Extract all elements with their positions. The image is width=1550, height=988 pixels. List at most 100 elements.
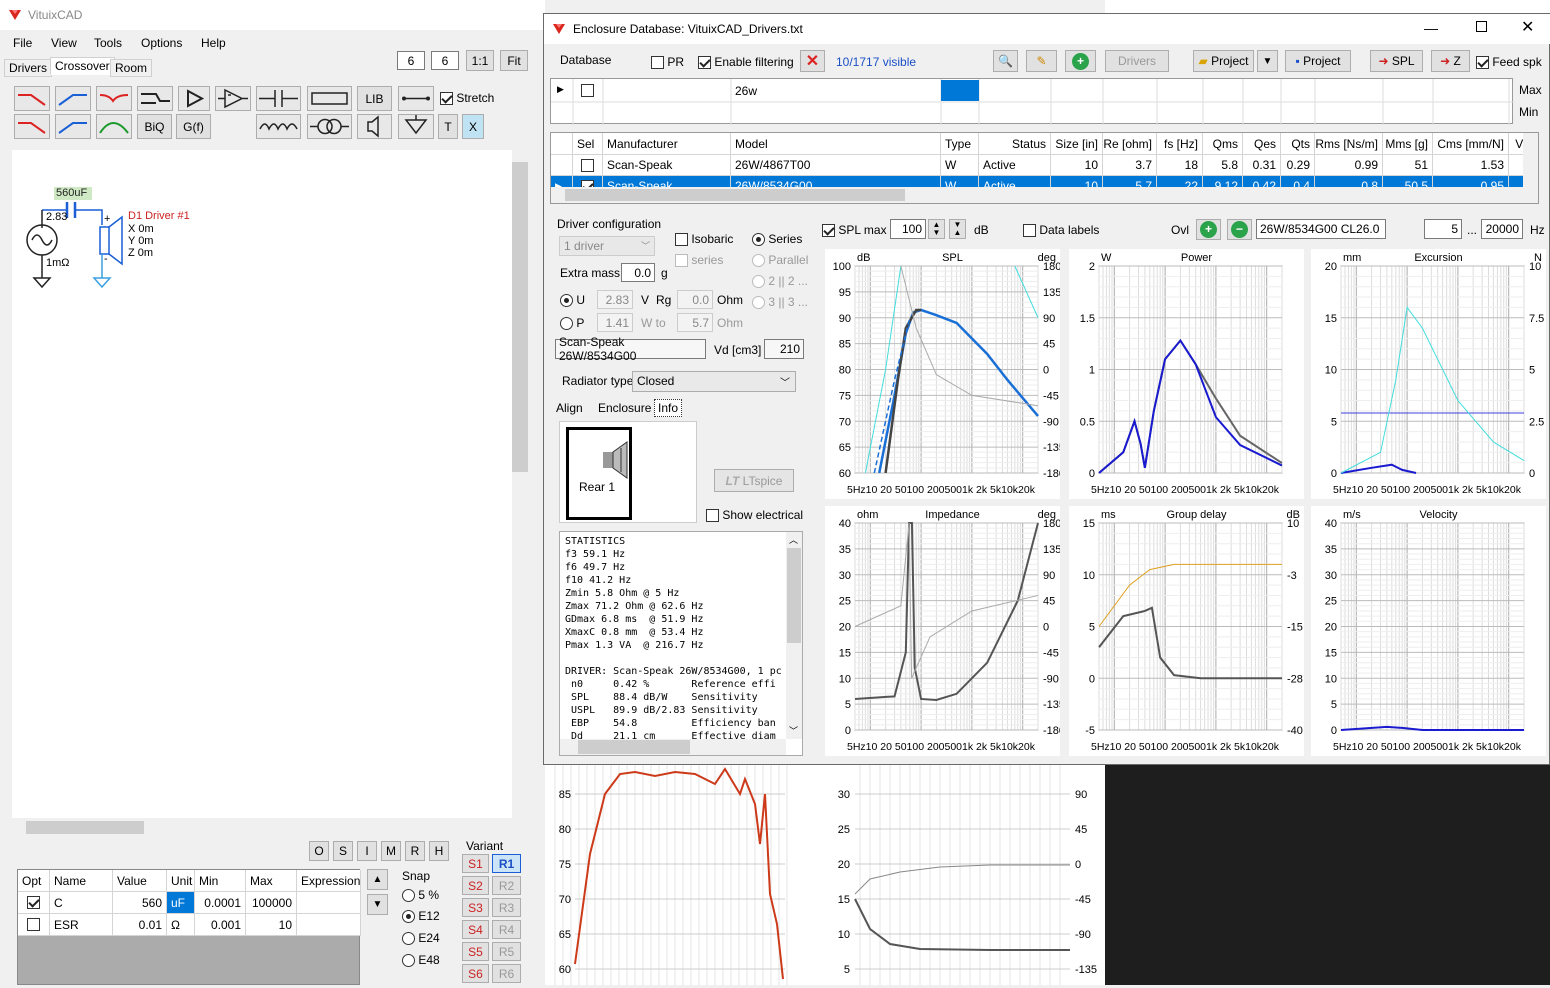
table-cell[interactable]: W — [941, 155, 979, 176]
show-electrical-checkbox[interactable]: Show electrical — [706, 508, 803, 523]
param-row-min[interactable]: 0.001 — [195, 914, 246, 936]
column-header[interactable]: fs [Hz] — [1157, 133, 1203, 155]
column-header[interactable]: Status — [979, 133, 1051, 155]
table-hscrollbar[interactable] — [551, 187, 1538, 203]
table-cell[interactable]: Scan-Speak — [603, 155, 731, 176]
scroll-down-icon[interactable]: ﹀ — [789, 724, 798, 737]
data-labels-checkbox[interactable]: Data labels — [1023, 223, 1099, 238]
u-input[interactable]: 2.83 — [597, 290, 633, 309]
column-header[interactable]: Manufacturer — [603, 133, 731, 155]
param-row-max[interactable]: 100000 — [246, 892, 297, 914]
table-cell[interactable]: 26W/4867T00 — [731, 155, 941, 176]
gf-button[interactable]: G(f) — [176, 114, 211, 139]
search-button[interactable]: 🔍 — [993, 50, 1018, 72]
buffer-icon[interactable] — [178, 86, 210, 111]
snap-e24-radio[interactable]: E24 — [402, 931, 440, 946]
m-button[interactable]: M — [381, 841, 401, 861]
edit-button[interactable]: ✎ — [1026, 50, 1057, 72]
tab-crossover[interactable]: Crossover — [50, 57, 115, 75]
spl-export-button[interactable]: ➜ SPL — [1370, 50, 1423, 72]
project-save-button[interactable]: ▪ Project — [1285, 50, 1351, 72]
feed-spk-checkbox[interactable]: Feed spk — [1476, 55, 1542, 70]
parallel-radio[interactable]: Parallel — [752, 253, 808, 268]
tab-room[interactable]: Room — [110, 59, 153, 77]
param-row-name[interactable]: ESR — [50, 914, 113, 936]
p-radio[interactable]: P — [560, 316, 584, 331]
filter-selected-cell[interactable] — [941, 80, 979, 101]
param-row-unit[interactable]: uF — [167, 892, 195, 914]
drivers-button[interactable]: Drivers — [1105, 50, 1169, 72]
capacitor-icon[interactable] — [256, 86, 301, 111]
column-header[interactable]: Re [ohm] — [1103, 133, 1157, 155]
menu-help[interactable]: Help — [201, 36, 226, 50]
table-hscroll-thumb[interactable] — [565, 189, 905, 201]
p-input[interactable]: 1.41 — [597, 313, 633, 332]
isobaric-checkbox[interactable]: Isobaric — [675, 232, 733, 247]
i-button[interactable]: I — [357, 841, 377, 861]
tab-info[interactable]: Info — [654, 399, 683, 417]
zoom-x-input[interactable]: 6 — [397, 51, 425, 70]
spl-chart[interactable]: 100959085807570656018013590450-45-90-135… — [825, 249, 1065, 499]
variant-r6-button[interactable]: R6 — [492, 964, 521, 983]
param-row-expr[interactable] — [297, 892, 361, 914]
project-dropdown-button[interactable]: ▼ — [1257, 50, 1278, 72]
o-button[interactable]: O — [309, 841, 329, 861]
highpass-icon[interactable] — [55, 86, 91, 111]
row-select-checkbox[interactable] — [573, 155, 603, 176]
snap-5-radio[interactable]: 5 % — [402, 888, 439, 903]
column-header[interactable]: Model — [731, 133, 941, 155]
table-cell[interactable]: 5.8 — [1203, 155, 1243, 176]
pr-checkbox[interactable]: PR — [651, 55, 684, 70]
ltspice-button[interactable]: LT LTspice — [714, 469, 794, 492]
column-header[interactable]: Qms — [1203, 133, 1243, 155]
excursion-chart[interactable]: 20 15 10 5 0 10 7.5 5 2.5 0 Excursion mm N 5Hz10 20 5… — [1311, 249, 1546, 499]
table-cell[interactable]: 3.7 — [1103, 155, 1157, 176]
column-header[interactable]: Size [in] — [1051, 133, 1103, 155]
menu-view[interactable]: View — [51, 36, 77, 50]
snap-e12-radio[interactable]: E12 — [402, 909, 440, 924]
menu-tools[interactable]: Tools — [94, 36, 122, 50]
z-export-button[interactable]: ➜ Z — [1431, 50, 1470, 72]
s-button[interactable]: S — [333, 841, 353, 861]
bandstop-icon[interactable] — [96, 86, 132, 111]
bandpass-icon[interactable] — [96, 114, 132, 139]
filter-grid[interactable]: ▶ 26w — [550, 78, 1514, 125]
param-row-opt[interactable] — [18, 892, 50, 914]
minimize-icon[interactable]: — — [1424, 20, 1438, 36]
velocity-chart[interactable]: 40 35 30 25 20 15 10 5 0 Velocity m/s 5Hz10 20 5010… — [1311, 506, 1546, 756]
driver-count-select[interactable]: 1 driver ﹀ — [559, 236, 655, 256]
param-row-value[interactable]: 0.01 — [113, 914, 167, 936]
row-header[interactable] — [551, 155, 573, 176]
highpass2-icon[interactable] — [55, 114, 91, 139]
allpass-icon[interactable] — [137, 86, 173, 111]
biquad-button[interactable]: BiQ — [137, 114, 172, 139]
snap-e48-radio[interactable]: E48 — [402, 953, 440, 968]
inductor-icon[interactable] — [256, 114, 301, 139]
variant-s6-button[interactable]: S6 — [462, 964, 489, 983]
zoom-y-input[interactable]: 6 — [431, 51, 459, 70]
menu-options[interactable]: Options — [141, 36, 182, 50]
p33-radio[interactable]: 3 || 3 ... — [752, 295, 808, 310]
rg-input[interactable]: 0.0 — [677, 290, 713, 309]
param-row-expr[interactable] — [297, 914, 361, 936]
t-button[interactable]: T — [438, 114, 458, 139]
variant-r2-button[interactable]: R2 — [492, 876, 521, 895]
scroll-up-icon[interactable]: ︿ — [789, 533, 798, 546]
variant-s5-button[interactable]: S5 — [462, 942, 489, 961]
lib-button[interactable]: LIB — [357, 86, 392, 111]
column-header[interactable]: Sel — [573, 133, 603, 155]
project-open-button[interactable]: ▰ Project — [1193, 50, 1254, 72]
variant-r3-button[interactable]: R3 — [492, 898, 521, 917]
param-row-max[interactable]: 10 — [246, 914, 297, 936]
spl-max-spinner[interactable]: ▲ ▼ — [928, 219, 945, 239]
wire-icon[interactable] — [398, 86, 434, 111]
column-header[interactable]: Qes — [1243, 133, 1281, 155]
x-button[interactable]: X — [462, 114, 484, 139]
wto-input[interactable]: 5.7 — [677, 313, 713, 332]
column-header[interactable]: Mms [g] — [1383, 133, 1433, 155]
vd-field[interactable]: 210 — [764, 339, 804, 359]
table-vscrollbar[interactable] — [1523, 133, 1538, 187]
maximize-icon[interactable] — [1476, 21, 1487, 32]
param-row-unit[interactable]: Ω — [167, 914, 195, 936]
series-radio[interactable]: Series — [752, 232, 802, 247]
